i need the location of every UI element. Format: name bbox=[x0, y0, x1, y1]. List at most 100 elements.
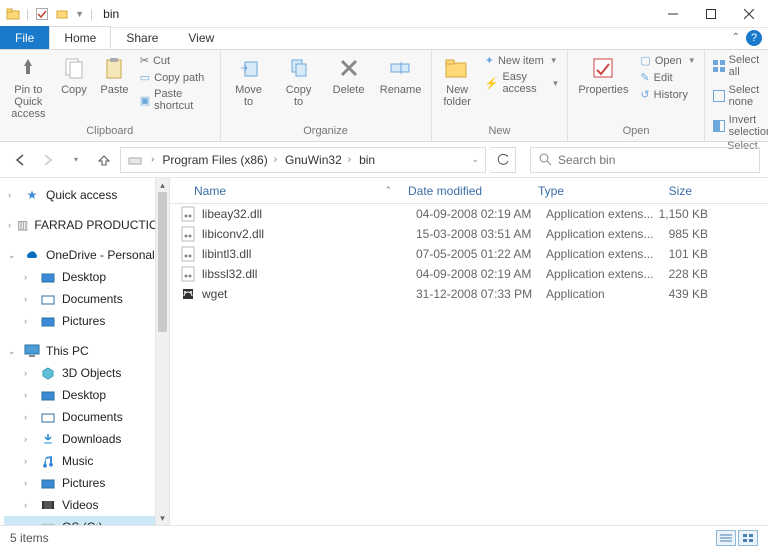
table-row[interactable]: libiconv2.dll15-03-2008 03:51 AMApplicat… bbox=[170, 224, 768, 244]
file-icon bbox=[180, 246, 196, 262]
tab-file[interactable]: File bbox=[0, 26, 49, 49]
checkbox-icon[interactable] bbox=[35, 7, 49, 21]
delete-button[interactable]: Delete bbox=[329, 54, 369, 96]
easy-access-icon: ⚡ bbox=[485, 77, 499, 90]
select-none-button[interactable]: Select none bbox=[713, 84, 768, 108]
copy-path-icon: ▭ bbox=[140, 71, 150, 84]
new-folder-button[interactable]: New folder bbox=[440, 54, 475, 108]
breadcrumb-seg-0[interactable]: Program Files (x86)› bbox=[162, 153, 277, 167]
tab-share[interactable]: Share bbox=[111, 26, 173, 49]
sidebar-item-pictures[interactable]: ›Pictures bbox=[4, 310, 167, 332]
sidebar-item-pictures[interactable]: ›Pictures bbox=[4, 472, 167, 494]
chevron-right-icon[interactable]: › bbox=[151, 154, 154, 165]
drive-icon bbox=[127, 152, 143, 168]
group-label-new: New bbox=[488, 123, 510, 141]
sidebar-item-videos[interactable]: ›Videos bbox=[4, 494, 167, 516]
sidebar-item-documents[interactable]: ›Documents bbox=[4, 288, 167, 310]
monitor-icon bbox=[24, 343, 40, 359]
tab-home[interactable]: Home bbox=[49, 26, 111, 49]
rename-button[interactable]: Rename bbox=[379, 54, 423, 96]
file-icon bbox=[180, 266, 196, 282]
sidebar-item-quick-access[interactable]: ›★Quick access bbox=[4, 184, 167, 206]
copy-button[interactable]: Copy bbox=[59, 54, 90, 96]
edit-button[interactable]: ✎Edit bbox=[640, 71, 695, 84]
sidebar-item-os-c-[interactable]: ›OS (C:) bbox=[4, 516, 167, 525]
edit-icon: ✎ bbox=[640, 71, 649, 84]
delete-icon bbox=[335, 54, 363, 82]
sidebar-item-documents[interactable]: ›Documents bbox=[4, 406, 167, 428]
paste-button[interactable]: Paste bbox=[99, 54, 130, 96]
history-button[interactable]: ↺History bbox=[640, 88, 695, 101]
tab-view[interactable]: View bbox=[173, 26, 229, 49]
group-label-clipboard: Clipboard bbox=[86, 123, 133, 141]
sidebar-item-3d-objects[interactable]: ›3D Objects bbox=[4, 362, 167, 384]
move-to-button[interactable]: Move to bbox=[229, 54, 269, 108]
easy-access-button[interactable]: ⚡Easy access▼ bbox=[485, 71, 560, 95]
group-new: New folder ✦New item▼ ⚡Easy access▼ New bbox=[432, 50, 569, 141]
breadcrumb-dropdown-icon[interactable]: ⌄ bbox=[471, 154, 479, 165]
col-name[interactable]: Name⌃ bbox=[170, 184, 400, 198]
select-all-icon bbox=[713, 60, 725, 72]
sidebar-item-onedrive[interactable]: ⌄OneDrive - Personal bbox=[4, 244, 167, 266]
sidebar-item-desktop[interactable]: ›Desktop bbox=[4, 384, 167, 406]
sidebar-item-music[interactable]: ›Music bbox=[4, 450, 167, 472]
help-icon[interactable]: ? bbox=[746, 30, 762, 46]
recent-dropdown-icon[interactable]: ▾ bbox=[64, 148, 88, 172]
scroll-thumb[interactable] bbox=[158, 192, 167, 332]
search-input[interactable] bbox=[558, 153, 751, 167]
scroll-down-icon[interactable]: ▾ bbox=[156, 511, 169, 525]
collapse-ribbon-icon[interactable]: ⌃ bbox=[732, 32, 740, 43]
minimize-button[interactable] bbox=[654, 0, 692, 28]
qat-separator-2: | bbox=[90, 7, 93, 21]
col-date[interactable]: Date modified bbox=[400, 184, 530, 198]
search-box[interactable] bbox=[530, 147, 760, 173]
ribbon: Pin to Quick access Copy Paste ✂Cut ▭Cop… bbox=[0, 50, 768, 142]
paste-shortcut-button[interactable]: ▣Paste shortcut bbox=[140, 88, 212, 112]
invert-selection-button[interactable]: Invert selection bbox=[713, 114, 768, 138]
qat-separator: | bbox=[26, 7, 29, 21]
back-button[interactable] bbox=[8, 148, 32, 172]
view-details-button[interactable] bbox=[716, 530, 736, 546]
cut-button[interactable]: ✂Cut bbox=[140, 54, 212, 67]
table-row[interactable]: libeay32.dll04-09-2008 02:19 AMApplicati… bbox=[170, 204, 768, 224]
cloud-icon bbox=[24, 247, 40, 263]
refresh-button[interactable] bbox=[490, 147, 516, 173]
col-size[interactable]: Size bbox=[640, 184, 710, 198]
copy-to-button[interactable]: Copy to bbox=[279, 54, 319, 108]
up-button[interactable] bbox=[92, 148, 116, 172]
sidebar-item-downloads[interactable]: ›Downloads bbox=[4, 428, 167, 450]
rename-icon bbox=[387, 54, 415, 82]
view-large-button[interactable] bbox=[738, 530, 758, 546]
forward-button[interactable] bbox=[36, 148, 60, 172]
breadcrumb-seg-1[interactable]: GnuWin32› bbox=[285, 153, 351, 167]
table-row[interactable]: wget31-12-2008 07:33 PMApplication439 KB bbox=[170, 284, 768, 304]
breadcrumb-seg-2[interactable]: bin bbox=[359, 153, 375, 167]
col-type[interactable]: Type bbox=[530, 184, 640, 198]
sidebar-item-desktop[interactable]: ›Desktop bbox=[4, 266, 167, 288]
ribbon-tabs: File Home Share View ⌃ ? bbox=[0, 28, 768, 50]
pin-to-quick-access-button[interactable]: Pin to Quick access bbox=[8, 54, 49, 120]
sidebar-item-this-pc[interactable]: ⌄This PC bbox=[4, 340, 167, 362]
qat-dropdown-icon[interactable]: ▼ bbox=[75, 9, 84, 19]
column-headers: Name⌃ Date modified Type Size bbox=[170, 178, 768, 204]
table-row[interactable]: libssl32.dll04-09-2008 02:19 AMApplicati… bbox=[170, 264, 768, 284]
close-button[interactable] bbox=[730, 0, 768, 28]
maximize-button[interactable] bbox=[692, 0, 730, 28]
scroll-up-icon[interactable]: ▴ bbox=[156, 178, 169, 192]
group-clipboard: Pin to Quick access Copy Paste ✂Cut ▭Cop… bbox=[0, 50, 221, 141]
sidebar-item-farrad[interactable]: ›▥FARRAD PRODUCTION bbox=[4, 214, 167, 236]
file-list: Name⌃ Date modified Type Size libeay32.d… bbox=[170, 178, 768, 525]
sidebar-scrollbar[interactable]: ▴ ▾ bbox=[155, 178, 169, 525]
folder-small-icon[interactable] bbox=[55, 7, 69, 21]
table-row[interactable]: libintl3.dll07-05-2005 01:22 AMApplicati… bbox=[170, 244, 768, 264]
star-icon: ★ bbox=[24, 187, 40, 203]
main-area: ›★Quick access ›▥FARRAD PRODUCTION ⌄OneD… bbox=[0, 178, 768, 525]
properties-button[interactable]: Properties bbox=[576, 54, 630, 96]
copy-path-button[interactable]: ▭Copy path bbox=[140, 71, 212, 84]
select-all-button[interactable]: Select all bbox=[713, 54, 768, 78]
new-item-button[interactable]: ✦New item▼ bbox=[485, 54, 560, 67]
breadcrumb[interactable]: › Program Files (x86)› GnuWin32› bin ⌄ bbox=[120, 147, 486, 173]
history-icon: ↺ bbox=[640, 88, 649, 101]
open-button[interactable]: ▢Open▼ bbox=[640, 54, 695, 67]
title-bar: | ▼ | bin bbox=[0, 0, 768, 28]
